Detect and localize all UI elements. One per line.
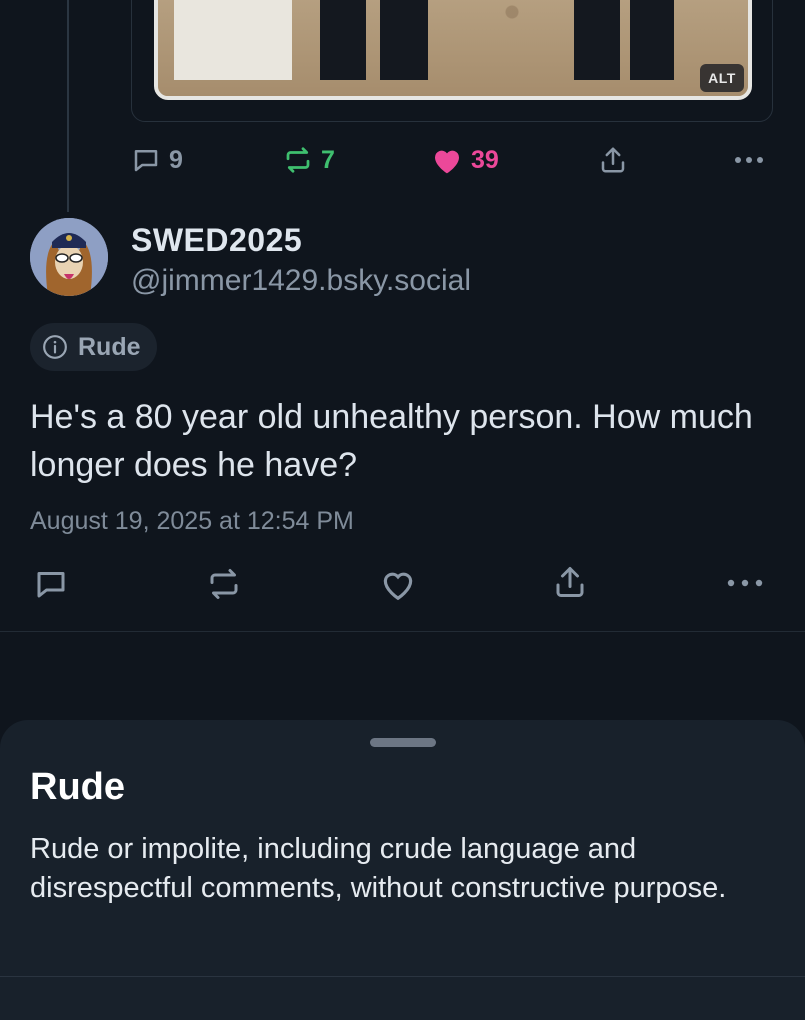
repost-arrows-icon [286,147,310,173]
author-display-name[interactable]: SWED2025 [131,222,302,259]
alt-text-badge[interactable]: ALT [700,64,744,92]
share-upload-icon [601,147,625,173]
info-circle-icon [43,335,67,359]
heart-icon [435,150,459,174]
speech-bubble-icon [37,572,65,598]
main-share-button[interactable] [552,564,588,600]
like-button[interactable]: 39 [431,145,499,175]
like-count: 39 [471,145,499,174]
more-dots-icon [735,157,763,163]
post-timestamp: August 19, 2025 at 12:54 PM [30,507,354,535]
repost-arrows-icon [210,569,238,599]
main-like-button[interactable] [379,566,417,602]
speech-bubble-icon [134,150,158,172]
sheet-description: Rude or impolite, including crude langua… [30,833,727,904]
main-more-options-button[interactable] [726,571,764,595]
main-repost-button[interactable] [206,566,242,602]
heart-outline-icon [383,572,413,601]
share-upload-icon [556,567,584,597]
moderation-label-chip[interactable]: Rude [30,323,157,371]
repost-button[interactable]: 7 [283,145,335,175]
thread-line [67,0,69,212]
more-options-button[interactable] [733,148,765,172]
more-dots-icon [727,579,763,587]
sheet-drag-handle[interactable] [370,738,436,747]
embedded-photo[interactable] [154,0,752,100]
author-handle[interactable]: @jimmer1429.bsky.social [131,264,471,298]
sheet-title: Rude [30,766,125,808]
main-reply-button[interactable] [33,566,69,602]
avatar[interactable] [30,218,108,296]
moderation-label-text: Rude [78,332,141,361]
post-divider [0,631,805,632]
sheet-divider [0,976,805,977]
reply-count: 9 [169,145,183,174]
share-button[interactable] [598,145,628,175]
avatar-image [30,218,108,296]
repost-count: 7 [321,145,335,174]
reply-button[interactable]: 9 [131,145,183,175]
post-text: He's a 80 year old unhealthy person. How… [30,398,753,484]
